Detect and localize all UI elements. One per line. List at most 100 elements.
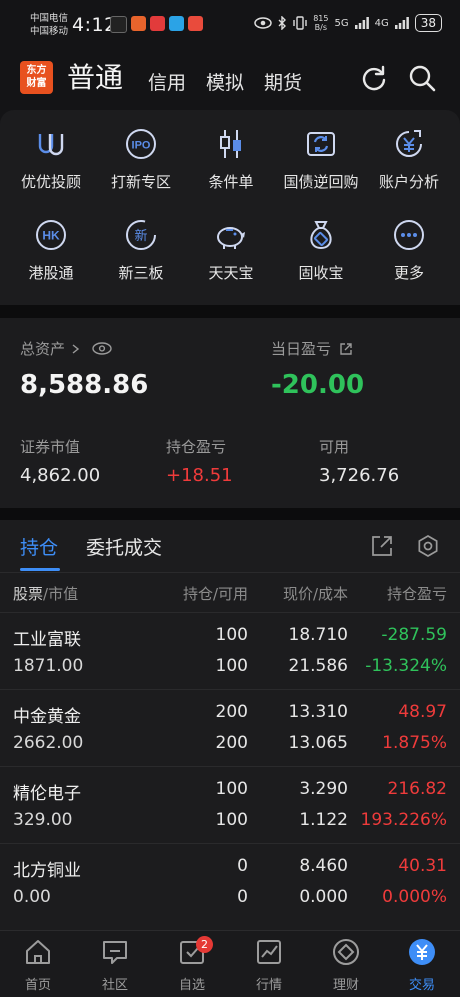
tab-wealth[interactable]: 理财 [308, 937, 384, 993]
home-icon [26, 940, 50, 964]
daily-pl-label: 当日盈亏 [271, 340, 332, 358]
tab-market[interactable]: 行情 [231, 937, 307, 993]
stock-name: 工业富联 [13, 630, 81, 650]
share-icon[interactable] [370, 534, 394, 558]
holding-pl-value: +18.51 [166, 465, 233, 486]
signal-5g: 5G [334, 17, 349, 29]
menu-item-conditional-order[interactable]: 条件单 [185, 127, 277, 192]
column-stock[interactable]: 股票/市值 [13, 583, 78, 604]
carrier-1: 中国电信 [30, 13, 69, 24]
market-chart-icon [257, 940, 281, 964]
stock-pl-pct: -13.324% [365, 656, 447, 676]
menu-item-hk-connect[interactable]: HK 港股通 [5, 218, 97, 283]
column-qty[interactable]: 持仓/可用 [183, 583, 248, 604]
menu-item-reverse-repo[interactable]: 国债逆回购 [275, 127, 367, 192]
position-row[interactable]: 精伦电子 329.00 100 100 3.290 1.122 216.82 1… [0, 766, 460, 844]
tiktok-icon [110, 16, 127, 33]
refresh-icon[interactable] [360, 64, 388, 92]
stock-pl: 216.82 [387, 779, 447, 799]
new-board-icon: 新 [126, 220, 156, 250]
positions-actions [370, 534, 440, 558]
market-value-label: 证券市值 [20, 438, 81, 456]
tab-community[interactable]: 社区 [77, 937, 153, 993]
signal-bars-icon [354, 17, 369, 29]
column-price[interactable]: 现价/成本 [283, 583, 348, 604]
mode-tab-normal[interactable]: 普通 [67, 56, 123, 96]
wealth-icon [333, 939, 359, 965]
signal-bars-icon-2 [394, 17, 409, 29]
gear-icon[interactable] [416, 534, 440, 558]
mode-tab-futures[interactable]: 期货 [264, 68, 302, 95]
menu-item-uu-advisor[interactable]: 优优投顾 [5, 127, 97, 192]
bottom-tab-bar: 首页 社区 2 自选 行情 理财 交易 [0, 930, 460, 997]
battery-level: 38 [414, 14, 442, 32]
candlestick-icon [220, 130, 241, 158]
stock-cost: 1.122 [299, 810, 348, 830]
stock-pl-pct: 193.226% [360, 810, 447, 830]
position-row[interactable]: 中金黄金 2662.00 200 200 13.310 13.065 48.97… [0, 689, 460, 767]
stock-available: 0 [237, 887, 248, 907]
ipo-icon: IPO [126, 129, 156, 159]
positions-panel: 持仓 委托成交 股票/市值 持仓/可用 现价/成本 持仓盈亏 工业富联 1871… [0, 520, 460, 930]
stock-cost: 0.000 [299, 887, 348, 907]
app-notify-icon-2 [150, 16, 165, 31]
svg-text:IPO: IPO [132, 140, 151, 152]
stock-market-value: 329.00 [13, 810, 73, 830]
stock-name: 北方铜业 [13, 861, 81, 881]
tab-home[interactable]: 首页 [0, 937, 76, 993]
app-notify-icon-4 [188, 16, 203, 31]
app-notify-icon [131, 16, 146, 31]
daily-pl-label-row[interactable]: 当日盈亏 [271, 338, 353, 359]
menu-item-more[interactable]: 更多 [363, 218, 455, 283]
mode-tab-simulated[interactable]: 模拟 [206, 68, 244, 95]
total-assets-value: 8,588.86 [20, 370, 149, 400]
tab-orders[interactable]: 委托成交 [86, 533, 162, 560]
stock-pl: 40.31 [398, 856, 447, 876]
trade-icon [409, 939, 435, 965]
asset-summary: 总资产 8,588.86 当日盈亏 -20.00 证券市值 4,862.00 持… [0, 318, 460, 508]
carriers: 中国电信 中国移动 [30, 12, 68, 38]
position-row[interactable]: 工业富联 1871.00 100 100 18.710 21.586 -287.… [0, 612, 460, 690]
menu-item-account-analysis[interactable]: 账户分析 [363, 127, 455, 192]
net-speed: 815 B/s [313, 14, 329, 32]
stock-market-value: 0.00 [13, 887, 51, 907]
chevron-right-icon [72, 343, 80, 354]
stock-price: 8.460 [299, 856, 348, 876]
mode-tabs: 信用 模拟 期货 [148, 68, 302, 95]
watchlist-badge: 2 [196, 936, 213, 953]
column-pl[interactable]: 持仓盈亏 [387, 583, 447, 604]
available-label: 可用 [319, 438, 350, 456]
tab-holdings[interactable]: 持仓 [20, 533, 58, 560]
eye-icon [254, 17, 272, 29]
tab-watchlist[interactable]: 2 自选 [154, 936, 230, 993]
stock-qty: 0 [237, 856, 248, 876]
repo-icon [307, 132, 335, 156]
stock-name: 精伦电子 [13, 784, 81, 804]
menu-item-fixed-income[interactable]: 固收宝 [275, 218, 367, 283]
available-value: 3,726.76 [319, 465, 400, 486]
menu-item-tiantianbao[interactable]: 天天宝 [185, 218, 277, 283]
search-icon[interactable] [408, 64, 436, 92]
stock-qty: 100 [215, 779, 248, 799]
menu-item-ipo[interactable]: IPO 打新专区 [95, 127, 187, 192]
eye-toggle-icon[interactable] [92, 342, 112, 355]
total-assets-label: 总资产 [20, 340, 66, 358]
stock-pl: 48.97 [398, 702, 447, 722]
total-assets-label-row[interactable]: 总资产 [20, 338, 112, 359]
community-icon [103, 941, 127, 964]
positions-tabs: 持仓 委托成交 [0, 520, 460, 572]
yen-analysis-icon [396, 130, 422, 157]
uu-advisor-icon [38, 134, 64, 156]
position-row[interactable]: 北方铜业 0.00 0 0 8.460 0.000 40.31 0.000% [0, 843, 460, 921]
app-notify-icon-3 [169, 16, 184, 31]
header-actions [360, 64, 436, 92]
mode-tab-credit[interactable]: 信用 [148, 68, 186, 95]
section-divider-2 [0, 508, 460, 520]
stock-price: 18.710 [288, 625, 348, 645]
stock-available: 100 [215, 810, 248, 830]
stock-market-value: 1871.00 [13, 656, 84, 676]
tab-trade[interactable]: 交易 [384, 937, 460, 993]
menu-item-new-third-board[interactable]: 新 新三板 [95, 218, 187, 283]
more-icon [394, 220, 424, 250]
svg-text:新: 新 [134, 228, 147, 244]
